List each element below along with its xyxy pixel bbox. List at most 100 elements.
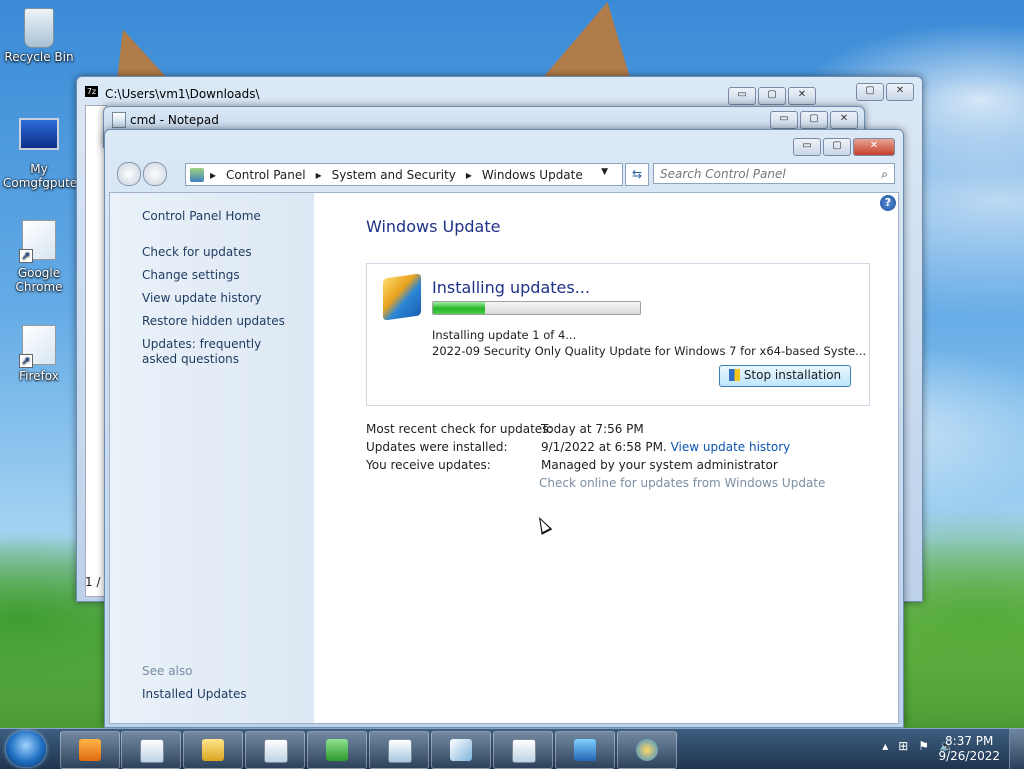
desktop-icon-firefox[interactable]: Firefox <box>3 325 75 383</box>
sidebar-change-settings[interactable]: Change settings <box>142 268 240 283</box>
control-panel-icon <box>190 167 204 182</box>
maximize-button[interactable]: ▢ <box>823 138 851 156</box>
close-button[interactable]: ✕ <box>886 83 914 101</box>
cubes-icon <box>326 739 348 761</box>
search-icon[interactable]: ⌕ <box>881 164 888 184</box>
desktop-icon-recycle-bin[interactable]: Recycle Bin <box>3 8 75 64</box>
navigation-bar: ▸ Control Panel ▸ System and Security ▸ … <box>113 162 895 188</box>
sidebar-installed-updates[interactable]: Installed Updates <box>142 687 247 702</box>
info-value: Today at 7:56 PM <box>541 422 644 436</box>
stop-installation-button[interactable]: Stop installation <box>719 365 851 387</box>
breadcrumb-separator[interactable]: ▸ <box>316 168 322 182</box>
taskbar-document[interactable] <box>369 731 429 769</box>
breadcrumb-system-and-security[interactable]: System and Security <box>332 168 456 182</box>
close-button[interactable]: ✕ <box>830 111 858 129</box>
taskbar-shortcut[interactable] <box>431 731 491 769</box>
installing-progress-text: Installing update 1 of 4... <box>432 328 577 342</box>
show-desktop-button[interactable] <box>1009 729 1024 769</box>
chevron-down-icon[interactable]: ▼ <box>601 167 608 177</box>
desktop-icon-label: Firefox <box>19 369 59 383</box>
breadcrumb-windows-update[interactable]: Windows Update <box>482 168 583 182</box>
control-panel-icon <box>574 739 596 761</box>
update-name-text: 2022-09 Security Only Quality Update for… <box>432 344 867 358</box>
desktop-icon-google-chrome[interactable]: Google Chrome <box>3 220 75 294</box>
progress-bar-fill <box>433 302 485 314</box>
check-online-link[interactable]: Check online for updates from Windows Up… <box>539 476 825 490</box>
window-title: cmd - Notepad <box>130 113 219 127</box>
progress-bar <box>432 301 641 315</box>
taskbar-program[interactable] <box>307 731 367 769</box>
network-icon[interactable]: ⊞ <box>898 739 908 753</box>
status-box: Installing updates... Installing update … <box>366 263 870 406</box>
breadcrumb-separator[interactable]: ▸ <box>210 168 216 182</box>
help-icon[interactable]: ? <box>880 195 896 211</box>
windows-update-icon <box>636 739 658 761</box>
taskbar: ▴ ⊞ ⚑ 🔈 8:37 PM 9/26/2022 <box>0 728 1024 769</box>
sidebar: Control Panel Home Check for updates Cha… <box>110 193 314 723</box>
sidebar-view-update-history[interactable]: View update history <box>142 291 262 306</box>
show-hidden-icons-icon[interactable]: ▴ <box>882 739 888 753</box>
taskbar-notepad[interactable] <box>245 731 305 769</box>
taskbar-windows-update[interactable] <box>617 731 677 769</box>
close-button[interactable]: ✕ <box>788 87 816 105</box>
content-area: Control Panel Home Check for updates Cha… <box>109 192 899 724</box>
desktop-icon-label: Recycle Bin <box>4 50 74 64</box>
back-button[interactable] <box>117 162 141 186</box>
taskbar-notepad[interactable] <box>121 731 181 769</box>
status-bar-text: 1 / <box>85 575 101 589</box>
media-player-icon <box>79 739 101 761</box>
start-button[interactable] <box>6 731 46 767</box>
windows-update-window[interactable]: ▭ ▢ ✕ ▸ Control Panel ▸ System and Secur… <box>104 129 904 728</box>
close-button[interactable]: ✕ <box>853 138 895 156</box>
taskbar-media-player[interactable] <box>60 731 120 769</box>
shortcut-icon <box>19 325 56 368</box>
sidebar-restore-hidden-updates[interactable]: Restore hidden updates <box>142 314 285 329</box>
breadcrumb-separator[interactable]: ▸ <box>466 168 472 182</box>
sidebar-control-panel-home[interactable]: Control Panel Home <box>142 209 261 224</box>
search-placeholder: Search Control Panel <box>660 167 786 181</box>
maximize-button[interactable]: ▢ <box>758 87 786 105</box>
window-title: C:\Users\vm1\Downloads\ <box>105 87 260 101</box>
minimize-button[interactable]: ▭ <box>793 138 821 156</box>
main-panel: ? Windows Update Installing updates... I… <box>314 193 898 723</box>
stop-installation-label: Stop installation <box>743 368 842 382</box>
computer-icon <box>19 118 59 150</box>
forward-button[interactable] <box>143 162 167 186</box>
info-value: 9/1/2022 at 6:58 PM. View update history <box>541 440 790 454</box>
minimize-button[interactable]: ▭ <box>728 87 756 105</box>
see-also-heading: See also <box>142 664 193 678</box>
clock[interactable]: 8:37 PM 9/26/2022 <box>938 734 1000 764</box>
maximize-button[interactable]: ▢ <box>800 111 828 129</box>
status-title: Installing updates... <box>432 278 590 297</box>
notepad-icon <box>140 739 164 763</box>
taskbar-control-panel[interactable] <box>555 731 615 769</box>
sevenzip-app-icon: 7z <box>85 86 98 97</box>
info-label: You receive updates: <box>366 458 491 472</box>
info-value: Managed by your system administrator <box>541 458 778 472</box>
desktop-icon-computer[interactable]: My Comgfgputer <box>3 110 83 190</box>
taskbar-notepad[interactable] <box>493 731 553 769</box>
clock-date: 9/26/2022 <box>938 749 1000 763</box>
desktop-icon-label: My Comgfgputer <box>3 162 83 190</box>
view-update-history-link[interactable]: View update history <box>671 440 791 454</box>
minimize-button[interactable]: ▭ <box>770 111 798 129</box>
breadcrumb-control-panel[interactable]: Control Panel <box>226 168 306 182</box>
address-bar[interactable]: ▸ Control Panel ▸ System and Security ▸ … <box>185 163 623 186</box>
maximize-button[interactable]: ▢ <box>856 83 884 101</box>
clock-time: 8:37 PM <box>945 734 994 748</box>
uac-shield-icon <box>728 369 740 381</box>
desktop-icon-label: Google Chrome <box>15 266 63 294</box>
document-icon <box>388 739 412 763</box>
taskbar-explorer[interactable] <box>183 731 243 769</box>
shortcut-icon <box>450 739 472 761</box>
windows-update-icon <box>383 273 421 321</box>
page-title: Windows Update <box>366 217 501 236</box>
sidebar-check-for-updates[interactable]: Check for updates <box>142 245 252 260</box>
action-center-icon[interactable]: ⚑ <box>918 739 929 753</box>
refresh-button[interactable]: ⇆ <box>625 163 649 186</box>
sidebar-updates-faq[interactable]: Updates: frequently asked questions <box>142 337 292 367</box>
info-label: Most recent check for updates: <box>366 422 553 436</box>
installed-date: 9/1/2022 at 6:58 PM. <box>541 440 667 454</box>
search-input[interactable]: Search Control Panel ⌕ <box>653 163 895 184</box>
notepad-icon <box>264 739 288 763</box>
